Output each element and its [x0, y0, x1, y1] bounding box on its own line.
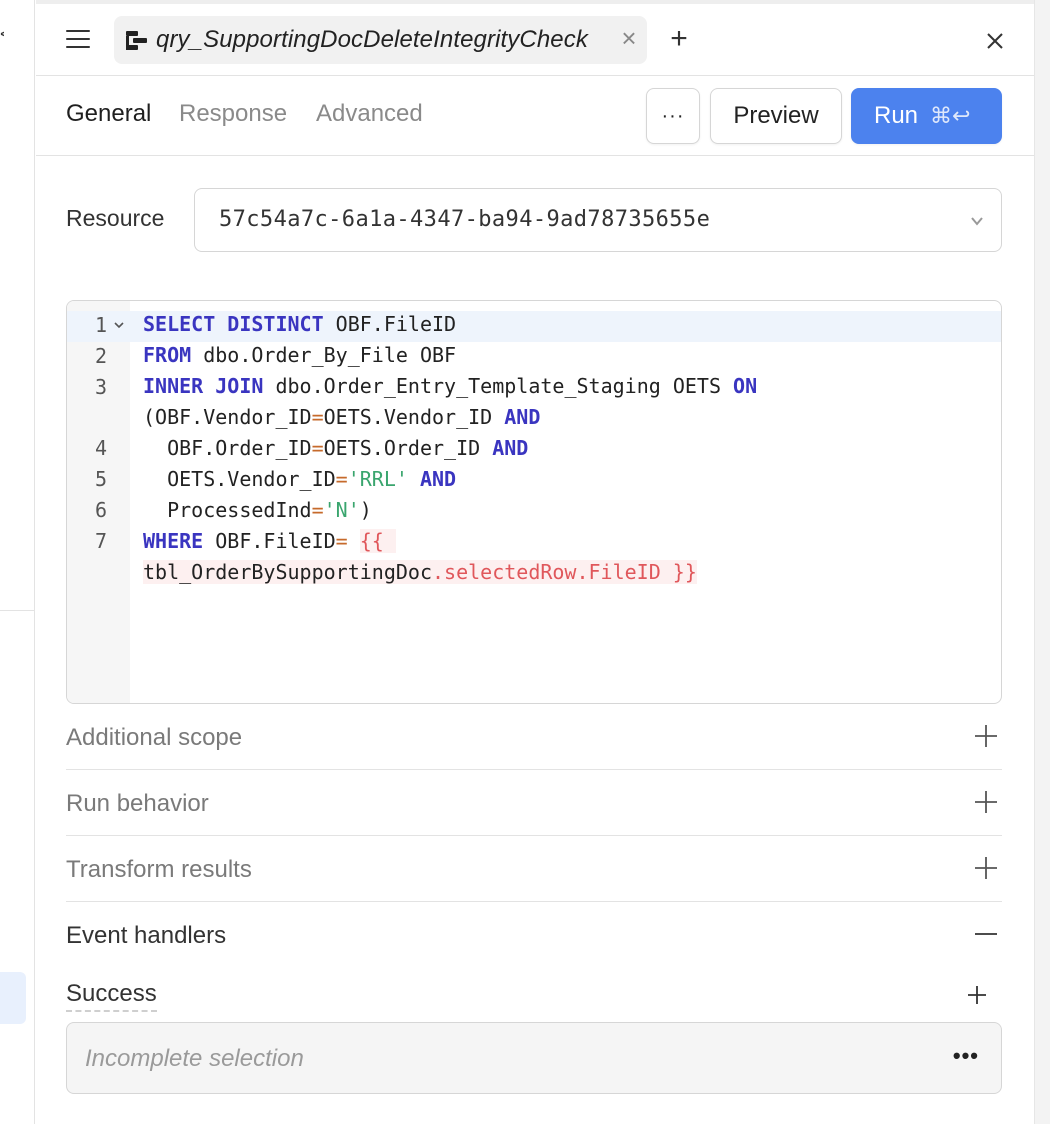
code-text: ProcessedInd	[143, 498, 312, 522]
run-shortcut: ⌘↩	[930, 103, 971, 128]
success-handler-label: Success	[66, 980, 157, 1012]
section-title: Additional scope	[66, 724, 243, 751]
template-close-brace: }}	[660, 560, 697, 584]
section-title: Transform results	[66, 856, 252, 883]
plus-icon[interactable]	[974, 724, 998, 748]
close-tab-icon[interactable]: ×	[619, 25, 639, 51]
resource-label: Resource	[66, 205, 165, 231]
sql-code-editor[interactable]: 1 2 3 4 5 6 7 SELECT DISTINCT OBF.FileID…	[66, 300, 1002, 704]
success-handler-row[interactable]: Incomplete selection •••	[66, 1022, 1002, 1094]
code-text: OETS.Vendor_ID	[143, 467, 336, 491]
query-tab[interactable]: qry_SupportingDocDeleteIntegrityCheck ×	[114, 16, 647, 64]
section-title: Run behavior	[66, 790, 209, 817]
run-button-label: Run	[874, 102, 919, 129]
fold-chevron-icon[interactable]	[113, 319, 125, 331]
sql-operator: =	[311, 498, 324, 522]
template-property: .selectedRow.FileID	[431, 560, 661, 584]
sql-string: 'N'	[323, 498, 360, 522]
code-line-3-wrap: (OBF.Vendor_ID=OETS.Vendor_ID AND	[143, 402, 540, 433]
query-tab-bar: qry_SupportingDocDeleteIntegrityCheck × …	[36, 0, 1034, 76]
code-line-6: ProcessedInd='N')	[143, 495, 372, 526]
section-event-handlers[interactable]: Event handlers	[66, 902, 1002, 968]
section-run-behavior[interactable]: Run behavior	[66, 770, 1002, 836]
chevron-down-icon	[971, 217, 983, 226]
code-text: OETS.Order_ID	[323, 436, 493, 460]
code-line-4: OBF.Order_ID=OETS.Order_ID AND	[143, 433, 528, 464]
sql-string: 'RRL'	[347, 467, 408, 491]
code-text: OBF.FileID	[323, 312, 457, 336]
template-open-brace: {{	[359, 529, 396, 553]
line-number: 4	[94, 436, 107, 460]
minus-icon[interactable]	[974, 922, 998, 946]
sql-keyword: AND	[419, 467, 457, 491]
sql-keyword: INNER JOIN	[143, 374, 264, 398]
code-text: OBF.FileID	[203, 529, 336, 553]
selected-query-item[interactable]	[0, 972, 26, 1024]
line-number: 3	[94, 375, 107, 399]
sql-operator: =	[335, 529, 348, 553]
code-line-5: OETS.Vendor_ID='RRL' AND	[143, 464, 456, 495]
add-tab-icon[interactable]: +	[664, 24, 694, 56]
sql-operator: =	[311, 405, 324, 429]
code-text: (OBF.Vendor_ID	[143, 405, 312, 429]
sql-keyword: ON	[733, 374, 758, 398]
code-line-2: FROM dbo.Order_By_File OBF	[143, 340, 456, 371]
line-number: 7	[94, 529, 107, 553]
resource-value: 57c54a7c-6a1a-4347-ba94-9ad78735655e	[219, 207, 711, 232]
query-subnav: General Response Advanced ··· Preview Ru…	[36, 76, 1034, 156]
resource-select[interactable]: 57c54a7c-6a1a-4347-ba94-9ad78735655e	[194, 188, 1002, 252]
query-icon	[126, 31, 147, 50]
preview-button[interactable]: Preview	[710, 88, 842, 144]
code-text: dbo.Order_By_File OBF	[191, 343, 457, 367]
sql-operator: =	[311, 436, 324, 460]
tab-general[interactable]: General	[66, 100, 151, 128]
code-text: OETS.Vendor_ID	[323, 405, 505, 429]
line-number: 1	[94, 313, 107, 337]
code-line-3: INNER JOIN dbo.Order_Entry_Template_Stag…	[143, 371, 757, 402]
handler-placeholder: Incomplete selection	[85, 1045, 304, 1072]
collapse-chevron-icon[interactable]: <	[0, 24, 4, 52]
template-object: tbl_OrderBySupportingDoc	[143, 560, 432, 584]
handler-more-button[interactable]: •••	[953, 1043, 979, 1069]
tab-advanced[interactable]: Advanced	[316, 100, 423, 128]
line-number: 6	[94, 498, 107, 522]
code-text: )	[359, 498, 372, 522]
left-divider	[0, 610, 35, 611]
query-tab-title: qry_SupportingDocDeleteIntegrityCheck	[156, 26, 588, 53]
add-handler-icon[interactable]	[966, 984, 988, 1006]
sql-operator: =	[335, 467, 348, 491]
line-number: 5	[94, 467, 107, 491]
close-icon[interactable]	[980, 26, 1010, 56]
sql-keyword: WHERE	[143, 529, 204, 553]
sql-keyword: AND	[492, 436, 529, 460]
sql-keyword: AND	[504, 405, 541, 429]
plus-icon[interactable]	[974, 856, 998, 880]
section-transform-results[interactable]: Transform results	[66, 836, 1002, 902]
more-actions-button[interactable]: ···	[646, 88, 700, 144]
tab-response[interactable]: Response	[179, 100, 287, 128]
plus-icon[interactable]	[974, 790, 998, 814]
run-button[interactable]: Run ⌘↩	[851, 88, 1002, 144]
code-line-7: WHERE OBF.FileID= {{	[143, 526, 396, 557]
code-text: OBF.Order_ID	[143, 436, 312, 460]
code-line-1: SELECT DISTINCT OBF.FileID	[143, 309, 456, 340]
query-editor-panel: qry_SupportingDocDeleteIntegrityCheck × …	[36, 0, 1034, 1124]
left-panel-strip: <	[0, 0, 35, 1124]
menu-icon[interactable]	[66, 30, 90, 50]
code-text: dbo.Order_Entry_Template_Staging OETS	[263, 374, 734, 398]
scrollbar[interactable]	[1034, 0, 1050, 1124]
sql-keyword: SELECT DISTINCT	[143, 312, 324, 336]
line-number: 2	[94, 344, 107, 368]
sql-keyword: FROM	[143, 343, 192, 367]
code-line-7-wrap: tbl_OrderBySupportingDoc.selectedRow.Fil…	[143, 557, 697, 588]
section-title: Event handlers	[66, 922, 227, 949]
section-additional-scope[interactable]: Additional scope	[66, 704, 1002, 770]
